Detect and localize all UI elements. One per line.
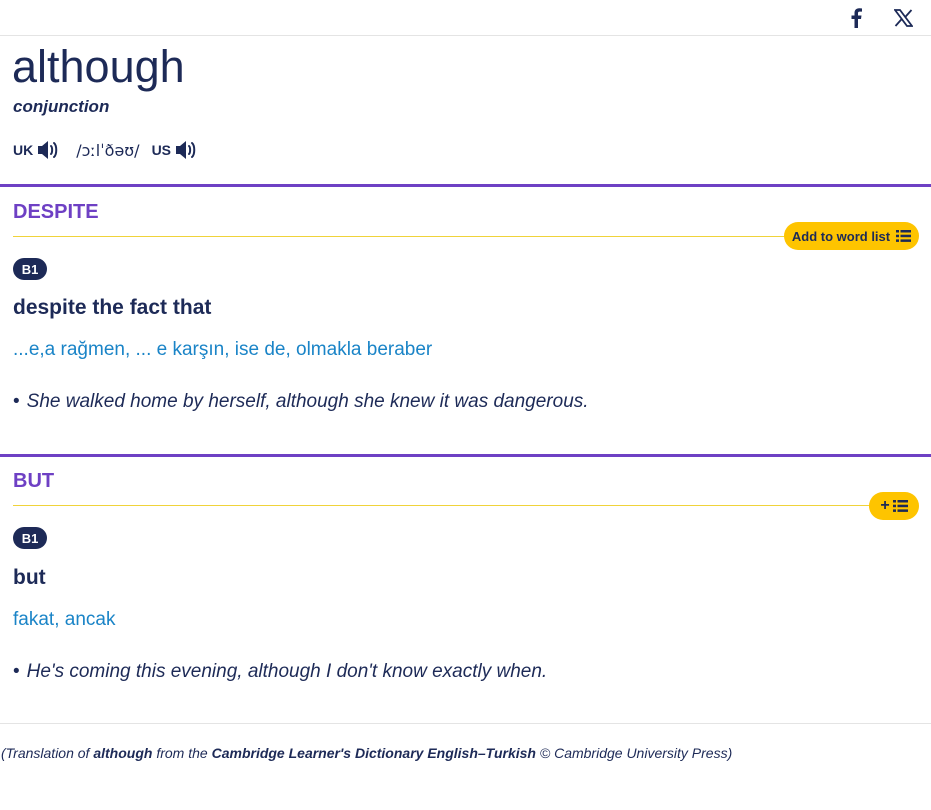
credit-middle: from the (152, 745, 212, 761)
add-to-word-list-button[interactable]: Add to word list (784, 222, 919, 250)
example-sentence: • She walked home by herself, although sh… (13, 391, 589, 413)
uk-label: UK (13, 142, 34, 158)
example-text: He's coming this evening, although I don… (26, 661, 548, 682)
add-to-word-list-compact-button[interactable]: + (869, 492, 919, 520)
guideword-despite: DESPITE (13, 201, 99, 223)
definition: despite the fact that (13, 296, 212, 319)
example-text: She walked home by herself, although she… (26, 391, 589, 412)
section-divider (0, 454, 931, 457)
guideword-but: BUT (13, 470, 55, 492)
us-label: US (151, 142, 172, 158)
example-bullet: • (13, 391, 20, 412)
translation: fakat, ancak (13, 609, 116, 630)
translation-credit: (Translation of although from the Cambri… (1, 745, 732, 761)
plus-label: + (880, 497, 890, 514)
part-of-speech: conjunction (13, 97, 110, 116)
credit-prefix: (Translation of (1, 745, 94, 761)
headword: although (12, 41, 185, 92)
share-bar (0, 0, 931, 36)
cefr-level-badge: B1 (13, 258, 47, 280)
footer-divider (0, 723, 931, 724)
pronunciation-row: UK /ɔːlˈðəʊ/ US (13, 138, 198, 162)
guideword-underline (13, 505, 883, 506)
translation: ...e,a rağmen, ... e karşın, ise de, olm… (13, 339, 433, 360)
guideword-underline (13, 236, 803, 237)
credit-suffix: © Cambridge University Press) (535, 745, 733, 761)
facebook-icon[interactable] (844, 6, 868, 30)
cefr-level-badge: B1 (13, 527, 47, 549)
add-to-word-list-label: Add to word list (791, 228, 891, 244)
list-icon (892, 500, 908, 512)
credit-word: although (93, 745, 153, 761)
definition: but (13, 566, 46, 589)
ipa-transcription: /ɔːlˈðəʊ/ (76, 140, 140, 160)
x-icon[interactable] (891, 6, 915, 30)
credit-dictionary: Cambridge Learner's Dictionary English–T… (211, 745, 536, 761)
uk-audio-speaker-icon[interactable] (36, 139, 60, 161)
example-bullet: • (13, 661, 20, 682)
example-sentence: • He's coming this evening, although I do… (13, 661, 547, 683)
section-divider (0, 184, 931, 187)
list-icon (896, 230, 912, 242)
us-audio-speaker-icon[interactable] (174, 139, 198, 161)
